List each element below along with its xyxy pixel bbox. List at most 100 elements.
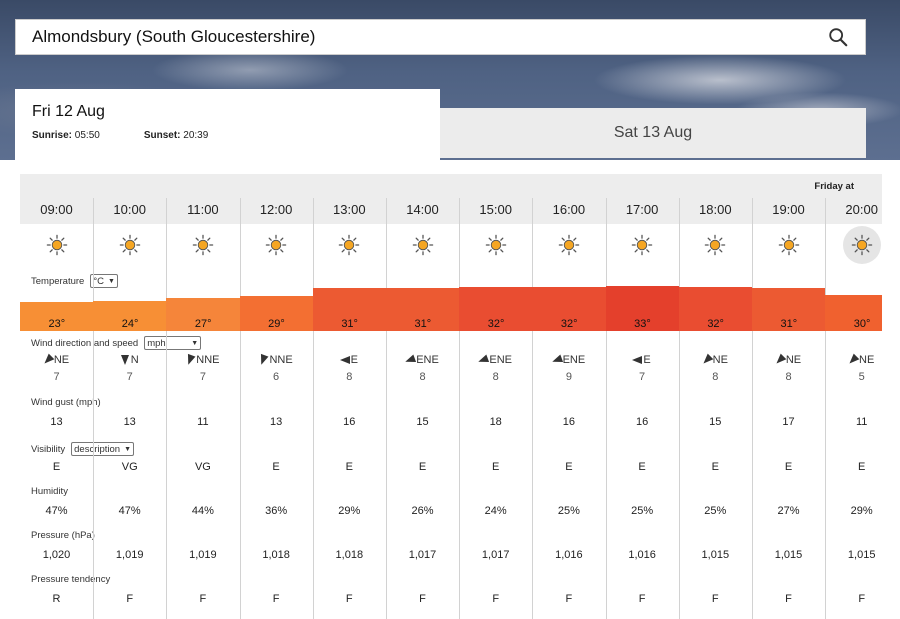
wind-direction: NE	[679, 353, 752, 367]
wind-speed: 8	[712, 371, 719, 383]
pressure-value: 1,015	[847, 549, 876, 561]
wind-unit-select[interactable]: mph ▼	[144, 336, 202, 350]
search-icon[interactable]	[827, 26, 849, 48]
visibility-value: E	[784, 461, 793, 473]
sunny-icon	[412, 234, 433, 256]
pressure-tendency-value: F	[126, 593, 134, 605]
pressure-value: 1,016	[555, 549, 583, 561]
wind-speed: 7	[199, 371, 206, 383]
wind-direction-text: N	[130, 354, 139, 366]
pressure-tendency-value: F	[785, 593, 792, 605]
pressure-tendency-value: F	[345, 593, 353, 605]
hour-label: 16:00	[552, 202, 586, 217]
wind-speed: 8	[346, 371, 353, 383]
wind-arrow-icon	[257, 353, 269, 367]
wind-label: Wind direction and speed mph ▼	[31, 336, 202, 350]
tab-fri-12-aug[interactable]: Fri 12 Aug Sunrise: 05:50 Sunset: 20:39	[15, 89, 440, 160]
location-search-bar[interactable]: Almondsbury (South Gloucestershire)	[15, 19, 866, 55]
wind-gust: 16	[562, 416, 576, 428]
visibility-value: E	[492, 461, 500, 473]
pressure-tendency-value: F	[272, 593, 280, 605]
wind-direction-text: NE	[712, 354, 728, 366]
wind-arrow-icon	[632, 356, 643, 364]
location-search-input[interactable]: Almondsbury (South Gloucestershire)	[32, 27, 827, 47]
wind-speed: 5	[858, 371, 865, 383]
wind-direction-text: E	[350, 354, 358, 366]
friday-at-label: Friday at	[814, 181, 854, 192]
tab-sat-13-aug[interactable]: Sat 13 Aug	[440, 108, 866, 158]
sunny-icon	[46, 234, 67, 256]
temperature-bar: 31°	[386, 288, 460, 331]
wind-direction-text: NE	[859, 354, 875, 366]
humidity-label: Humidity	[31, 486, 68, 497]
pressure-value: 1,016	[628, 549, 656, 561]
visibility-value: E	[52, 461, 61, 473]
pressure-value: 1,017	[481, 549, 510, 561]
wind-gust: 16	[343, 416, 356, 428]
temperature-bar: 31°	[752, 288, 826, 331]
visibility-value: VG	[194, 461, 211, 473]
wind-direction-text: E	[643, 354, 651, 366]
wind-direction: E	[313, 354, 386, 366]
visibility-mode-select[interactable]: description ▼	[71, 442, 135, 456]
sunny-icon	[606, 232, 679, 258]
pressure-value: 1,019	[115, 549, 144, 561]
temperature-value: 31°	[414, 318, 432, 330]
temperature-bar: 29°	[239, 296, 314, 331]
temperature-bar: 24°	[93, 301, 167, 331]
visibility-value: E	[565, 461, 573, 473]
sunny-icon	[532, 232, 605, 258]
temperature-unit-select[interactable]: °C ▼	[90, 274, 118, 288]
humidity-value: 36%	[265, 505, 288, 517]
wind-gust: 15	[709, 416, 722, 428]
pressure-tendency-value: F	[858, 593, 866, 605]
sunny-icon	[240, 232, 313, 258]
sunny-icon	[192, 234, 214, 256]
wind-arrow-icon	[773, 353, 787, 367]
sunny-icon	[778, 234, 799, 256]
sunny-icon	[119, 234, 140, 256]
sunny-icon	[705, 234, 726, 256]
pressure-tendency-value: F	[565, 593, 573, 605]
pressure-label: Pressure (hPa)	[31, 530, 95, 541]
temperature-value: 32°	[560, 318, 578, 330]
temperature-bar: 27°	[166, 298, 241, 331]
wind-arrow-icon	[404, 354, 417, 366]
sunny-icon	[459, 232, 532, 258]
sunny-icon	[386, 232, 459, 258]
temperature-bar: 31°	[312, 288, 387, 331]
wind-gust: 13	[269, 416, 283, 428]
visibility-value: E	[272, 461, 280, 473]
wind-direction-text: NE	[53, 354, 70, 366]
humidity-value: 27%	[777, 505, 800, 517]
temperature-label: Temperature °C ▼	[31, 274, 118, 288]
wind-gust-label: Wind gust (mph)	[31, 397, 101, 408]
wind-gust: 16	[635, 416, 649, 428]
wind-speed: 8	[492, 371, 499, 383]
hour-label: 20:00	[845, 202, 878, 217]
sunny-icon	[631, 234, 653, 256]
temperature-bar: 32°	[459, 287, 533, 331]
sunny-icon	[825, 226, 882, 264]
hour-label: 14:00	[406, 202, 439, 217]
sunny-icon	[166, 232, 239, 258]
wind-arrow-icon	[846, 353, 860, 367]
visibility-value: E	[638, 461, 646, 473]
wind-direction: ENE	[459, 354, 532, 366]
pressure-tendency-value: F	[711, 593, 719, 605]
wind-direction-text: ENE	[489, 354, 512, 366]
temperature-value: 30°	[853, 318, 871, 330]
wind-arrow-icon	[41, 353, 55, 367]
temperature-value: 32°	[487, 318, 505, 330]
humidity-value: 47%	[118, 505, 141, 517]
sunny-icon	[20, 232, 93, 258]
sunny-icon	[93, 232, 166, 258]
hourly-forecast-table: Friday at Temperature °C ▼ Wind direction…	[20, 174, 882, 619]
pressure-tendency-value: R	[52, 593, 61, 605]
pressure-value: 1,018	[335, 549, 364, 561]
humidity-value: 25%	[557, 505, 580, 517]
wind-speed: 7	[53, 371, 60, 383]
wind-direction: NE	[752, 353, 825, 367]
visibility-value: E	[858, 461, 866, 473]
hour-label: 19:00	[772, 202, 805, 217]
